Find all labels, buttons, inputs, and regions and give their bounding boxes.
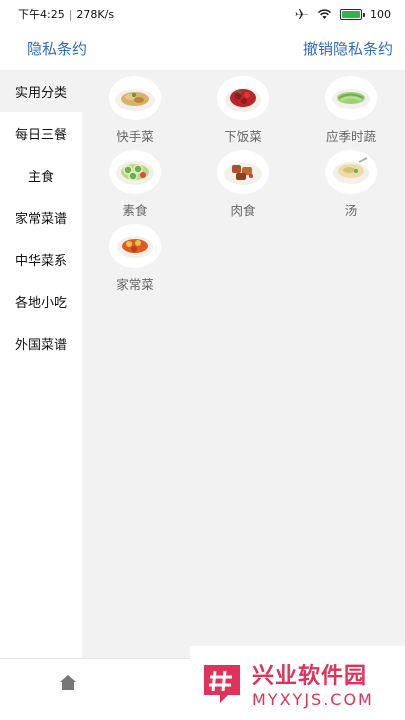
sidebar-item-label: 实用分类 (14, 85, 67, 101)
sidebar-item-label: 家常菜谱 (14, 211, 67, 227)
category-label: 快手菜 (116, 129, 154, 144)
hash-logo-icon (204, 665, 240, 703)
sidebar-item-label: 主食 (27, 169, 54, 185)
dish-stirfry-icon (109, 76, 161, 120)
header: 隐私条约 撤销隐私条约 (0, 28, 405, 68)
sidebar-item-foreign-recipes[interactable]: 外国菜谱 (0, 322, 82, 364)
category-grid: 快手菜 下饭菜 应季时蔬 素食 肉食 汤 家常菜 (82, 70, 405, 658)
privacy-link[interactable]: 隐私条约 (27, 38, 87, 59)
watermark-cn: 兴业软件园 (252, 663, 368, 689)
category-label: 家常菜 (116, 277, 154, 292)
category-tile-vegetarian[interactable]: 素食 (95, 150, 175, 226)
status-time: 下午4:25 (18, 8, 65, 21)
dish-homestyle-icon (109, 224, 161, 268)
watermark-en: MYXYJS.COM (252, 689, 374, 709)
watermark: 兴业软件园 MYXYJS.COM (190, 646, 405, 720)
status-left: 下午4:25 | 278K/s (18, 6, 114, 22)
sidebar-item-practical[interactable]: 实用分类 (0, 70, 82, 112)
battery-icon (340, 8, 365, 20)
home-icon[interactable] (58, 673, 78, 693)
category-tile-seasonal-veg[interactable]: 应季时蔬 (311, 76, 391, 152)
dish-vegetable-icon (325, 76, 377, 120)
revoke-privacy-link[interactable]: 撤销隐私条约 (303, 38, 393, 59)
category-tile-homestyle[interactable]: 家常菜 (95, 224, 175, 300)
category-label: 应季时蔬 (325, 129, 376, 144)
sidebar-item-label: 每日三餐 (14, 127, 67, 143)
category-label: 下饭菜 (224, 129, 262, 144)
category-tile-soup[interactable]: 汤 (311, 150, 391, 226)
category-tile-rice-dish[interactable]: 下饭菜 (203, 76, 283, 152)
category-tile-quick[interactable]: 快手菜 (95, 76, 175, 152)
airplane-icon (295, 9, 308, 19)
sidebar-item-label: 各地小吃 (14, 295, 67, 311)
battery-level: 100 (370, 7, 391, 21)
dish-spicy-icon (217, 76, 269, 120)
sidebar-item-label: 中华菜系 (14, 253, 67, 269)
status-right: 100 (295, 8, 391, 21)
status-divider: | (68, 7, 73, 21)
dish-meat-icon (217, 150, 269, 194)
category-label: 汤 (344, 203, 358, 218)
sidebar-item-staple[interactable]: 主食 (0, 154, 82, 196)
wifi-icon (317, 9, 332, 19)
watermark-text: 兴业软件园 MYXYJS.COM (252, 658, 374, 709)
sidebar-item-home-recipes[interactable]: 家常菜谱 (0, 196, 82, 238)
sidebar-item-daily-meals[interactable]: 每日三餐 (0, 112, 82, 154)
sidebar-item-label: 外国菜谱 (14, 337, 67, 353)
dish-cucumber-icon (109, 150, 161, 194)
dish-soup-icon (325, 150, 377, 194)
category-label: 素食 (122, 203, 148, 218)
category-label: 肉食 (230, 203, 256, 218)
sidebar: 实用分类 每日三餐 主食 家常菜谱 中华菜系 各地小吃 外国菜谱 (0, 70, 82, 658)
sidebar-item-local-snacks[interactable]: 各地小吃 (0, 280, 82, 322)
category-tile-meat[interactable]: 肉食 (203, 150, 283, 226)
status-bar: 下午4:25 | 278K/s 100 (0, 0, 405, 28)
sidebar-item-chinese-cuisine[interactable]: 中华菜系 (0, 238, 82, 280)
status-speed: 278K/s (76, 7, 115, 21)
